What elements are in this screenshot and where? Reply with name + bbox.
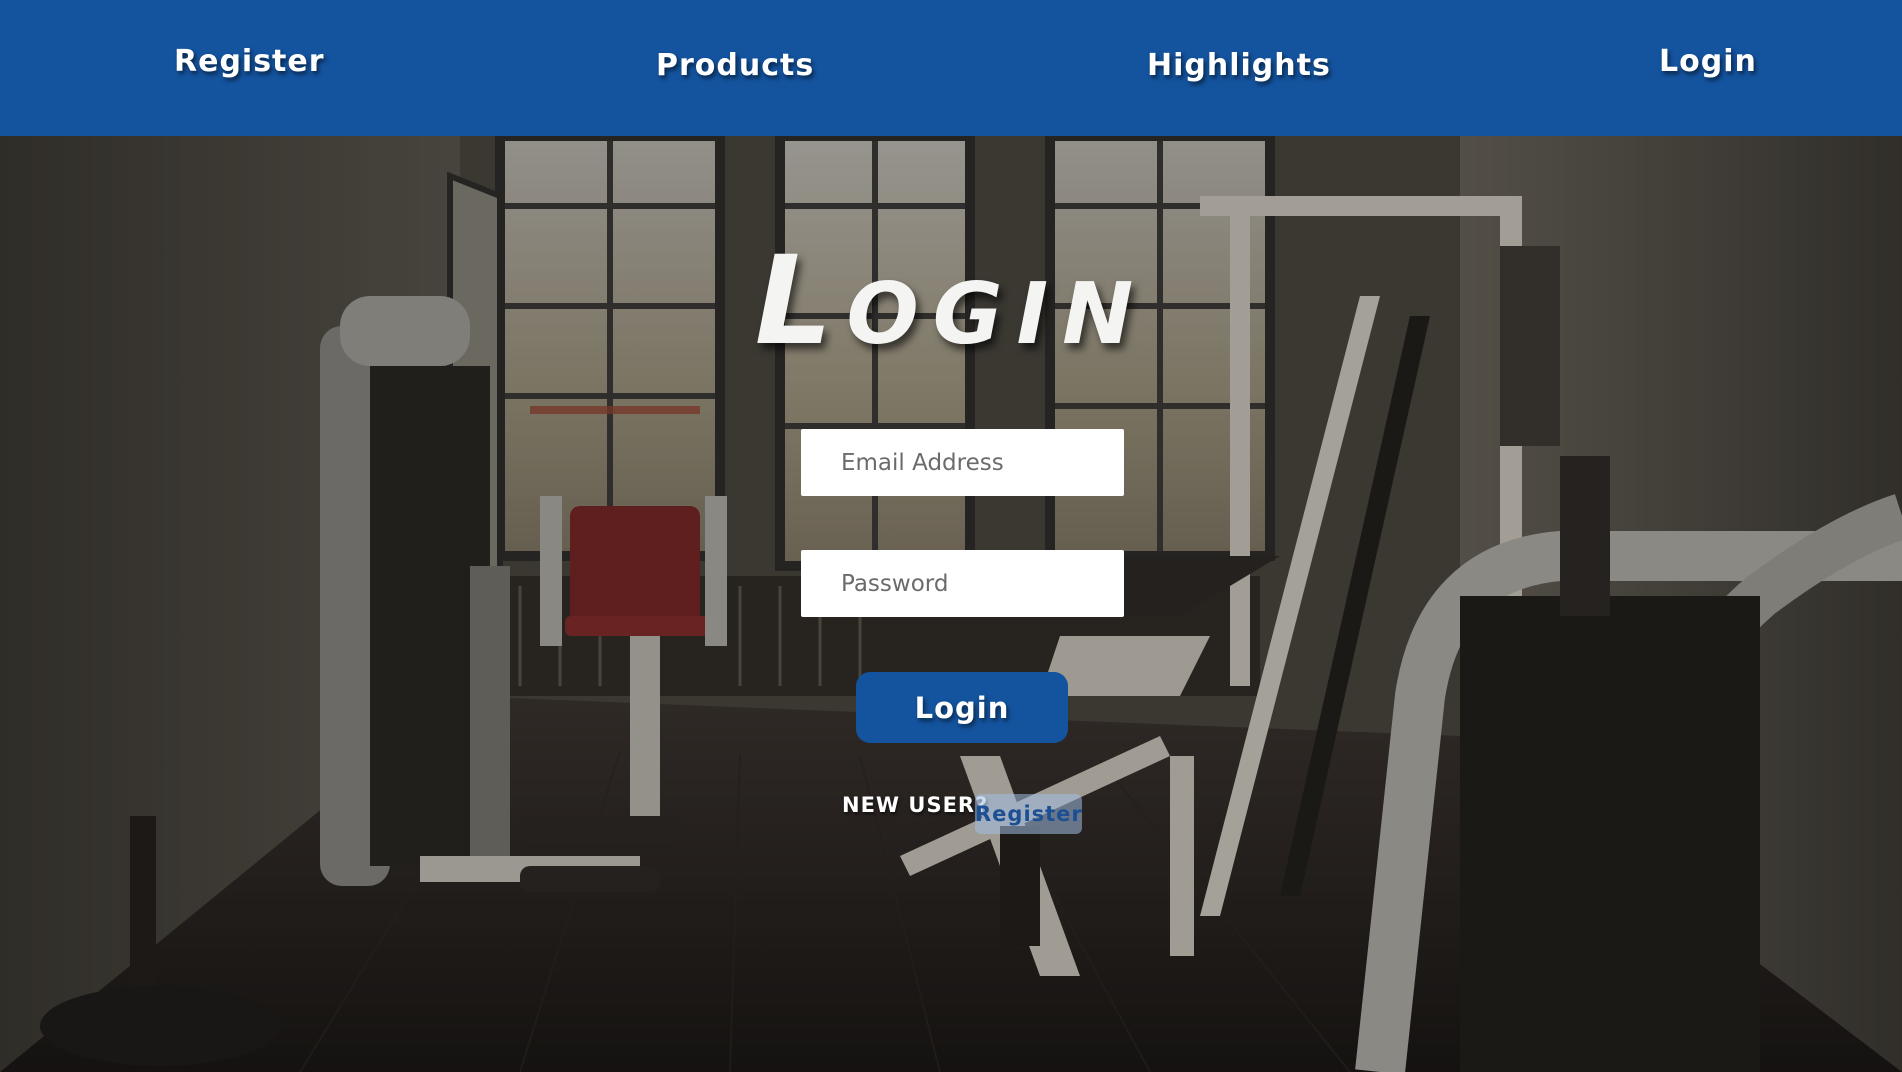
login-hero: Login Login NEW USER? Register xyxy=(0,136,1902,1072)
login-submit-button[interactable]: Login xyxy=(856,672,1068,743)
password-input[interactable] xyxy=(801,550,1124,617)
nav-register-link[interactable]: Register xyxy=(174,44,325,79)
nav-highlights-link[interactable]: Highlights xyxy=(1147,48,1331,83)
top-navbar: Register Products Highlights Login xyxy=(0,0,1902,136)
register-link[interactable]: Register xyxy=(975,794,1082,834)
new-user-label: NEW USER? xyxy=(842,793,989,817)
email-input[interactable] xyxy=(801,429,1124,496)
nav-products-link[interactable]: Products xyxy=(656,48,814,83)
login-heading: Login xyxy=(754,230,1148,372)
nav-login-link[interactable]: Login xyxy=(1659,44,1757,79)
